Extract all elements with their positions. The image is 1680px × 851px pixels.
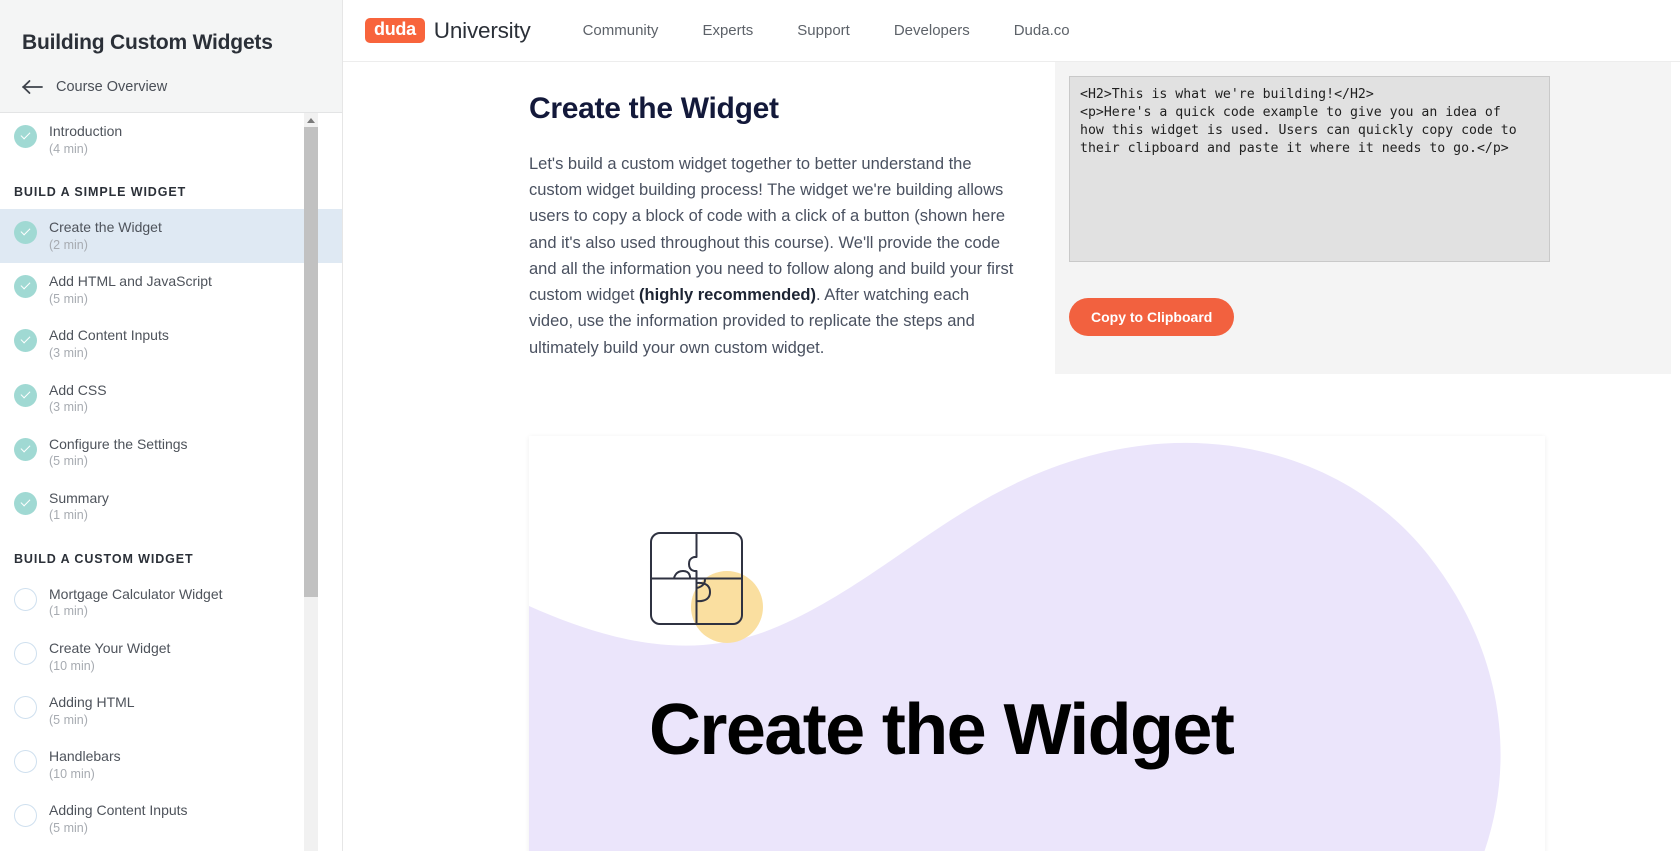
lesson-item[interactable]: Add HTML and JavaScript (5 min) [0,263,342,317]
lesson-label: Adding Content Inputs [49,802,188,819]
article-text-bold: (highly recommended) [639,286,816,305]
course-overview-link[interactable]: Course Overview [22,79,320,95]
nav-link-duda-co[interactable]: Duda.co [992,22,1092,39]
lesson-text: Adding HTML (5 min) [49,694,135,728]
article-block: Create the Widget Let's build a custom w… [343,62,1055,361]
lesson-duration: (1 min) [49,508,88,523]
empty-circle-icon [14,750,37,774]
section-heading: BUILD A CUSTOM WIDGET [14,551,194,566]
code-widget-demo: Copy to Clipboard [1055,62,1671,374]
intro-row: Create the Widget Let's build a custom w… [343,62,1680,374]
check-circle-icon [14,383,37,407]
lesson-item[interactable]: Introduction (4 min) [0,113,342,167]
lesson-label: Add HTML and JavaScript [49,273,212,290]
lesson-duration: (10 min) [49,766,95,781]
lesson-item[interactable]: Mortgage Calculator Widget (1 min) [0,576,342,630]
lesson-item[interactable]: Add CSS (3 min) [0,372,342,426]
sidebar-scrollbar-thumb[interactable] [304,127,318,597]
lesson-label: Create Your Widget [49,640,171,656]
nav-link-support[interactable]: Support [775,22,872,39]
puzzle-piece-icon [649,531,763,643]
course-title: Building Custom Widgets [22,31,273,54]
code-textarea[interactable] [1069,76,1550,262]
check-circle-icon [14,125,37,148]
nav-link-experts[interactable]: Experts [680,22,775,39]
empty-circle-icon [14,696,37,720]
copy-to-clipboard-button[interactable]: Copy to Clipboard [1069,298,1235,336]
lesson-duration: (5 min) [49,712,88,727]
lesson-text: Add HTML and JavaScript (5 min) [49,273,212,307]
lesson-item[interactable]: Adding Content Inputs (5 min) [0,792,342,846]
top-nav-links: Community Experts Support Developers Duda.co [561,22,1092,39]
course-sidebar: Building Custom Widgets Course Overview … [0,0,343,851]
lesson-text: Summary (1 min) [49,490,109,524]
lesson-text: Create the Widget (2 min) [49,219,162,253]
lesson-label: Introduction [49,123,123,139]
course-overview-label: Course Overview [56,79,168,96]
empty-circle-icon [14,804,37,828]
lesson-scroll-area: Introduction (4 min) BUILD A SIMPLE WIDGET… [0,113,342,851]
page-content: Create the Widget Let's build a custom w… [343,62,1680,851]
arrow-left-icon [22,79,44,95]
lesson-duration: (1 min) [49,604,88,619]
lesson-text: Configure the Settings (5 min) [49,436,188,470]
lesson-text: Add Content Inputs (3 min) [49,327,169,361]
lesson-item[interactable]: Handlebars (10 min) [0,738,342,792]
check-circle-icon [14,329,37,353]
check-circle-icon [14,221,37,245]
check-circle-icon [14,437,37,461]
lesson-item[interactable]: Adding HTML (5 min) [0,684,342,738]
lesson-label: Add CSS [49,381,107,398]
lesson-duration: (5 min) [49,820,88,835]
top-navigation-bar: duda University Community Experts Support D… [343,0,1680,62]
brand-word: University [433,17,531,43]
lesson-text: Mortgage Calculator Widget (1 min) [49,586,223,620]
lesson-label: Summary [49,489,109,506]
lesson-list: Introduction (4 min) BUILD A SIMPLE WIDGET… [0,113,342,851]
lesson-text: Introduction (4 min) [49,123,122,157]
lesson-duration: (10 min) [49,658,95,673]
app-root: Building Custom Widgets Course Overview … [0,0,1680,851]
sidebar-scrollbar[interactable] [304,113,318,851]
hero-title: Create the Widget [649,690,1235,770]
lesson-duration: (2 min) [49,237,88,252]
lesson-text: Create Your Widget (10 min) [49,640,170,674]
lesson-duration: (5 min) [49,291,88,306]
nav-link-community[interactable]: Community [561,22,681,39]
duda-logo-mark: duda [365,17,425,44]
lesson-label: Add Content Inputs [49,327,169,344]
lesson-duration: (4 min) [49,141,88,156]
article-text-part1: Let's build a custom widget together to … [529,155,1014,305]
sidebar-header: Building Custom Widgets Course Overview [0,0,342,113]
lesson-item[interactable]: Create Your Widget (10 min) [0,630,342,684]
lesson-duration: (5 min) [49,454,88,469]
lesson-label: Configure the Settings [49,435,188,452]
check-circle-icon [14,275,37,299]
lesson-text: Adding Content Inputs (5 min) [49,802,188,836]
lesson-label: Create the Widget [49,219,162,236]
lesson-item[interactable]: Configure the Settings (5 min) [0,426,342,480]
page-title: Create the Widget [529,92,779,125]
article-paragraph: Let's build a custom widget together to … [529,151,1014,361]
duda-university-logo[interactable]: duda University [365,18,531,44]
lesson-text: Handlebars (10 min) [49,748,121,782]
lesson-label: Handlebars [49,748,121,765]
main-area: duda University Community Experts Support D… [343,0,1680,851]
lesson-duration: (3 min) [49,345,88,360]
check-circle-icon [14,491,37,515]
empty-circle-icon [14,587,37,611]
lesson-text: Add CSS (3 min) [49,382,107,416]
lesson-label: Mortgage Calculator Widget [49,585,223,602]
lesson-item[interactable]: Create the Widget (2 min) [0,209,342,264]
hero-content: Create the Widget [649,531,1235,770]
lesson-hero-banner: Create the Widget [529,436,1545,851]
nav-link-developers[interactable]: Developers [872,22,992,39]
section-heading: BUILD A SIMPLE WIDGET [14,185,187,200]
lesson-label: Adding HTML [49,694,135,711]
lesson-item[interactable]: Summary (1 min) [0,480,342,534]
lesson-item[interactable]: Add Content Inputs (3 min) [0,317,342,371]
lesson-duration: (3 min) [49,400,88,414]
empty-circle-icon [14,642,37,665]
